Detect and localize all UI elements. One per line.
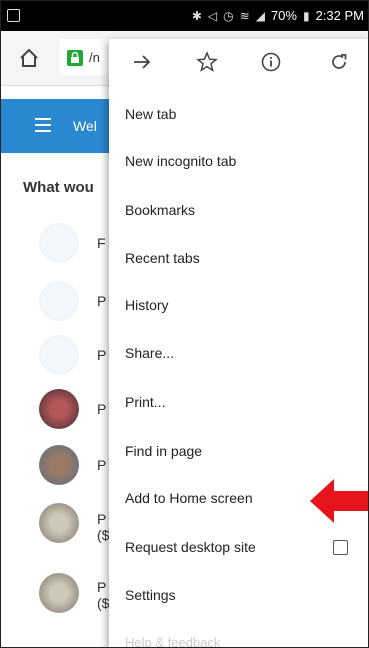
refresh-icon[interactable]	[328, 51, 350, 73]
mute-icon: ◁	[207, 8, 218, 23]
overflow-menu: New tab New incognito tab Bookmarks Rece…	[109, 39, 368, 647]
forward-icon[interactable]	[131, 51, 153, 73]
list-item[interactable]: P	[97, 401, 106, 417]
list-item[interactable]: P	[97, 293, 106, 309]
red-arrow-icon	[310, 479, 368, 523]
list-item[interactable]: P	[97, 511, 106, 527]
avatar	[39, 281, 79, 321]
menu-item-request-desktop-site[interactable]: Request desktop site	[125, 539, 256, 555]
list-item-sub: ($	[97, 527, 110, 543]
avatar	[39, 573, 79, 613]
list-item[interactable]: P	[97, 347, 106, 363]
menu-item-new-tab[interactable]: New tab	[125, 106, 176, 122]
menu-item-find-in-page[interactable]: Find in page	[125, 443, 202, 459]
battery-level: 70%	[270, 8, 297, 23]
page-question: What wou	[23, 179, 94, 196]
menu-item-history[interactable]: History	[125, 297, 169, 313]
page-header-title: Wel	[73, 118, 97, 134]
url-text: /n	[89, 50, 100, 65]
list-item[interactable]: F	[97, 235, 106, 251]
wifi-icon: ≋	[239, 8, 250, 23]
menu-item-add-to-home-screen[interactable]: Add to Home screen	[125, 490, 253, 506]
avatar	[39, 503, 79, 543]
gallery-icon	[7, 9, 20, 22]
list-item[interactable]: P	[97, 579, 106, 595]
avatar	[39, 445, 79, 485]
status-icons: ✱ ◁ ◷ ≋ ◢ 70% ▮ 2:32 PM	[192, 8, 364, 23]
info-icon[interactable]	[260, 51, 282, 73]
menu-item-share[interactable]: Share...	[125, 345, 174, 361]
star-icon[interactable]	[196, 51, 218, 73]
avatar	[39, 335, 79, 375]
phone-frame: ✱ ◁ ◷ ≋ ◢ 70% ▮ 2:32 PM /n Wel What wou …	[0, 0, 369, 648]
clock: 2:32 PM	[315, 8, 364, 23]
menu-toolbar	[109, 39, 368, 85]
avatar	[39, 223, 79, 263]
menu-item-new-incognito-tab[interactable]: New incognito tab	[125, 153, 236, 169]
lock-icon	[67, 50, 83, 66]
desktop-site-checkbox[interactable]	[333, 540, 348, 555]
list-item-sub: ($	[97, 595, 110, 611]
menu-item-print[interactable]: Print...	[125, 394, 165, 410]
menu-item-bookmarks[interactable]: Bookmarks	[125, 202, 195, 218]
menu-item-recent-tabs[interactable]: Recent tabs	[125, 250, 200, 266]
alarm-icon: ◷	[223, 8, 234, 23]
signal-icon: ◢	[255, 8, 265, 23]
list-item[interactable]: P	[97, 457, 106, 473]
avatar	[39, 389, 79, 429]
bluetooth-icon: ✱	[191, 8, 202, 23]
home-icon[interactable]	[18, 47, 40, 69]
status-bar: ✱ ◁ ◷ ≋ ◢ 70% ▮ 2:32 PM	[1, 1, 368, 31]
menu-item-settings[interactable]: Settings	[125, 587, 176, 603]
menu-item-help-feedback[interactable]: Help & feedback	[125, 635, 220, 647]
hamburger-menu-icon[interactable]	[35, 118, 51, 136]
battery-icon: ▮	[302, 8, 310, 23]
